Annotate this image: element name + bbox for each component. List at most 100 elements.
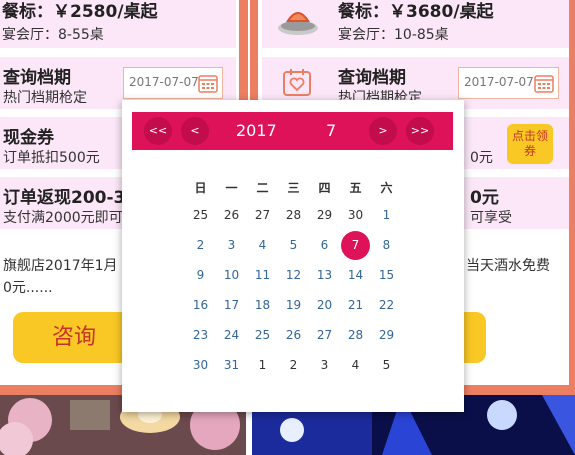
consult-button[interactable]: 咨询 [13,312,135,363]
cashback-sub: 支付满2000元即可 [3,210,123,226]
venue-description: 当天酒水免费 [466,258,550,274]
calendar-day[interactable]: 28 [278,200,309,230]
calendar-day-label: 3 [227,238,236,252]
price-card: 餐标：￥3680/桌起 宴会厅：10-85桌 [262,0,569,48]
calendar-day[interactable]: 13 [309,260,340,290]
cashback-sub: 可享受 [470,210,512,226]
date-picker-header: << < 2017 7 > >> [132,112,453,150]
calendar-day[interactable]: 26 [278,320,309,350]
calendar-day[interactable]: 23 [185,320,216,350]
next-month-button[interactable]: > [369,117,397,145]
calendar-day-label: 5 [289,238,298,252]
cashback-title: 订单返现200-3 [3,188,126,208]
weekday-header: 六 [380,181,393,195]
calendar-day[interactable]: 10 [216,260,247,290]
calendar-day[interactable]: 5 [371,350,402,380]
calendar-day[interactable]: 4 [340,350,371,380]
dish-icon [278,12,318,35]
calendar-day[interactable]: 27 [247,200,278,230]
calendar-day[interactable]: 19 [278,290,309,320]
hall-capacity: 宴会厅：8-55桌 [2,27,104,43]
calendar-day[interactable]: 8 [371,230,402,260]
prev-year-button[interactable]: << [144,117,172,145]
calendar-day[interactable]: 14 [340,260,371,290]
weekday-header: 二 [256,181,269,195]
calendar-day-label: 19 [285,298,302,312]
calendar-day[interactable]: 15 [371,260,402,290]
calendar-day-label: 31 [223,358,240,372]
calendar-day[interactable]: 1 [247,350,278,380]
year-label[interactable]: 2017 [236,112,277,150]
calendar-day-label: 18 [254,298,271,312]
calendar-day-label: 4 [258,238,267,252]
calendar-day[interactable]: 7 [340,230,371,260]
prev-month-button[interactable]: < [181,117,209,145]
calendar-day[interactable]: 4 [247,230,278,260]
coupon-sub: 0元 [470,150,493,166]
calendar-day[interactable]: 11 [247,260,278,290]
coupon-sub: 订单抵扣500元 [3,150,100,166]
calendar-day[interactable]: 2 [185,230,216,260]
calendar-day[interactable]: 17 [216,290,247,320]
calendar-day[interactable]: 25 [185,200,216,230]
weekday-header: 日 [194,181,207,195]
calendar-day[interactable]: 27 [309,320,340,350]
calendar-day-label: 29 [378,328,395,342]
calendar-day[interactable]: 29 [309,200,340,230]
calendar-day-label: 29 [316,208,333,222]
calendar-icon [198,75,218,93]
price-title: 餐标：￥3680/桌起 [338,2,494,22]
calendar-day-label: 20 [316,298,333,312]
calendar-day[interactable]: 22 [371,290,402,320]
calendar-day[interactable]: 16 [185,290,216,320]
calendar-day-label: 28 [347,328,364,342]
calendar-day[interactable]: 30 [340,200,371,230]
next-year-button[interactable]: >> [406,117,434,145]
calendar-day-label: 21 [347,298,364,312]
date-input[interactable]: 2017-07-07 [458,67,559,99]
calendar-day[interactable]: 9 [185,260,216,290]
calendar-day[interactable]: 12 [278,260,309,290]
calendar-day[interactable]: 26 [216,200,247,230]
calendar-day-label: 12 [285,268,302,282]
calendar-day[interactable]: 21 [340,290,371,320]
calendar-day-label: 30 [192,358,209,372]
calendar-day[interactable]: 5 [278,230,309,260]
date-picker: << < 2017 7 > >> 日 一 二 三 四 五 六 25 26 27 28 2… [122,100,464,412]
calendar-day-label: 25 [254,328,271,342]
calendar-day-label: 14 [347,268,364,282]
weekday-header: 五 [349,181,362,195]
calendar-day-label: 27 [254,208,271,222]
calendar-day[interactable]: 31 [216,350,247,380]
calendar-day-label: 3 [320,358,329,372]
calendar-day[interactable]: 24 [216,320,247,350]
calendar-day-label: 15 [378,268,395,282]
get-coupon-button[interactable]: 点击领券 [507,124,553,164]
calendar-day-label: 25 [192,208,209,222]
calendar-day[interactable]: 2 [278,350,309,380]
calendar-day[interactable]: 3 [216,230,247,260]
calendar-day-label: 26 [223,208,240,222]
price-title: 餐标：￥2580/桌起 [2,2,158,22]
month-label[interactable]: 7 [326,112,336,150]
coupon-title: 现金券 [3,128,54,148]
calendar-day[interactable]: 20 [309,290,340,320]
calendar-day-label: 17 [223,298,240,312]
weekday-header: 一 [225,181,238,195]
calendar-day[interactable]: 30 [185,350,216,380]
date-input[interactable]: 2017-07-07 [123,67,223,99]
calendar-day[interactable]: 6 [309,230,340,260]
calendar-day[interactable]: 28 [340,320,371,350]
calendar-day[interactable]: 1 [371,200,402,230]
calendar-day[interactable]: 3 [309,350,340,380]
venue-description: 旗舰店2017年1月 [3,258,118,274]
calendar-day-label: 26 [285,328,302,342]
calendar-day[interactable]: 29 [371,320,402,350]
calendar-day-label: 7 [351,238,360,252]
calendar-day[interactable]: 25 [247,320,278,350]
schedule-sub: 热门档期枪定 [3,90,87,106]
schedule-title: 查询档期 [3,68,71,88]
hall-capacity: 宴会厅：10-85桌 [338,27,449,43]
calendar-day[interactable]: 18 [247,290,278,320]
calendar-day-label: 22 [378,298,395,312]
